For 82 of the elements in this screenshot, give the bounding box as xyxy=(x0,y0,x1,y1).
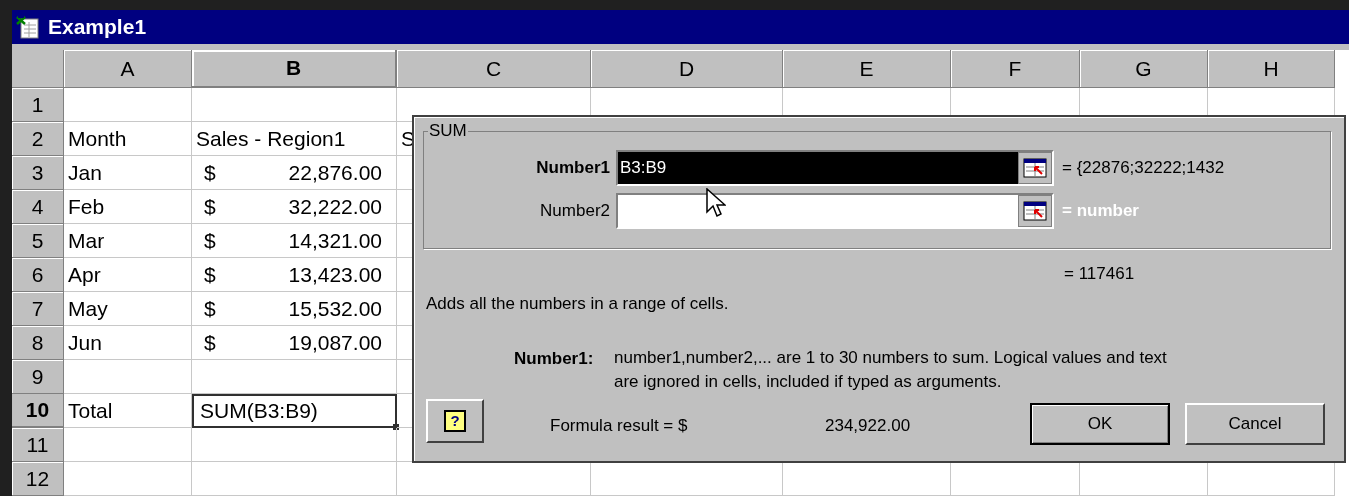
row-header[interactable]: 1 xyxy=(12,88,64,122)
table-cell[interactable]: Jan xyxy=(64,156,192,190)
table-cell[interactable]: $ 15,532.00 xyxy=(192,292,397,326)
table-cell[interactable]: Jun xyxy=(64,326,192,360)
table-cell[interactable] xyxy=(64,360,192,394)
cell-amount: 15,532.00 xyxy=(288,295,382,322)
table-cell[interactable]: $ 19,087.00 xyxy=(192,326,397,360)
cell-amount: 13,423.00 xyxy=(288,261,382,288)
argument-result: = {22876;32222;1432 xyxy=(1062,157,1225,180)
table-cell[interactable]: Feb xyxy=(64,190,192,224)
cell-amount: 19,087.00 xyxy=(288,329,382,356)
table-cell[interactable] xyxy=(64,88,192,122)
column-header[interactable]: G xyxy=(1080,50,1208,88)
collapse-dialog-button[interactable] xyxy=(1018,152,1052,184)
argument-field[interactable]: B3:B9 xyxy=(616,150,1054,186)
formula-result-value: 234,922.00 xyxy=(825,415,911,437)
table-cell[interactable]: $ 13,423.00 xyxy=(192,258,397,292)
currency-symbol: $ xyxy=(204,159,216,186)
argument-label: Number1 xyxy=(535,157,611,180)
row-header[interactable]: 12 xyxy=(12,462,64,496)
row-header[interactable]: 4 xyxy=(12,190,64,224)
column-header[interactable]: B xyxy=(192,50,397,88)
row-header[interactable]: 6 xyxy=(12,258,64,292)
fill-handle[interactable] xyxy=(393,424,399,430)
table-cell[interactable] xyxy=(64,428,192,462)
table-cell[interactable]: Month xyxy=(64,122,192,156)
mouse-pointer-icon xyxy=(706,188,726,218)
cancel-button[interactable]: Cancel xyxy=(1185,403,1325,445)
formula-result-label: Formula result = $ xyxy=(550,415,688,437)
table-cell[interactable]: $ 14,321.00 xyxy=(192,224,397,258)
row-header[interactable]: 2 xyxy=(12,122,64,156)
row-header[interactable]: 10 xyxy=(12,394,64,428)
range-select-icon xyxy=(1023,158,1047,178)
argument-result: = number xyxy=(1062,200,1139,223)
argument-field[interactable] xyxy=(616,193,1054,229)
currency-symbol: $ xyxy=(204,329,216,356)
column-header[interactable]: A xyxy=(64,50,192,88)
function-description: Adds all the numbers in a range of cells. xyxy=(426,293,729,315)
range-select-icon xyxy=(1023,201,1047,221)
argument-label: Number2 xyxy=(539,200,611,223)
table-cell[interactable]: May xyxy=(64,292,192,326)
row-header[interactable]: 8 xyxy=(12,326,64,360)
column-header[interactable]: C xyxy=(397,50,591,88)
table-cell[interactable]: $ 22,876.00 xyxy=(192,156,397,190)
column-header[interactable]: H xyxy=(1208,50,1335,88)
table-cell[interactable]: Sales - Region1 xyxy=(192,122,397,156)
function-result: = 117461 xyxy=(1064,263,1135,285)
currency-symbol: $ xyxy=(204,295,216,322)
row-header[interactable]: 11 xyxy=(12,428,64,462)
cell-amount: 32,222.00 xyxy=(288,193,382,220)
argument-help-label: Number1: xyxy=(514,348,594,370)
table-cell[interactable]: Total xyxy=(64,394,192,428)
argument-help-text: are ignored in cells, included if typed as arguments. xyxy=(614,371,1003,393)
currency-symbol: $ xyxy=(204,193,216,220)
column-header[interactable]: F xyxy=(951,50,1080,88)
column-header[interactable]: D xyxy=(591,50,783,88)
currency-symbol: $ xyxy=(204,261,216,288)
window-title: Example1 xyxy=(48,14,147,41)
argument-help-text: number1,number2,... are 1 to 30 numbers to sum. Logical values and text xyxy=(614,347,1167,369)
table-cell[interactable] xyxy=(192,360,397,394)
ok-button[interactable]: OK xyxy=(1030,403,1170,445)
corner-header[interactable] xyxy=(12,50,64,88)
table-cell[interactable] xyxy=(192,462,397,496)
table-cell[interactable]: Apr xyxy=(64,258,192,292)
collapse-dialog-button[interactable] xyxy=(1018,195,1052,227)
table-cell[interactable] xyxy=(64,462,192,496)
table-cell[interactable] xyxy=(192,428,397,462)
spreadsheet-icon[interactable] xyxy=(16,15,40,39)
table-cell[interactable] xyxy=(192,88,397,122)
selected-cell[interactable]: SUM(B3:B9) xyxy=(192,394,397,428)
table-cell[interactable]: Mar xyxy=(64,224,192,258)
row-header[interactable]: 7 xyxy=(12,292,64,326)
cell-amount: 14,321.00 xyxy=(288,227,382,254)
currency-symbol: $ xyxy=(204,227,216,254)
row-header[interactable]: 9 xyxy=(12,360,64,394)
argument-value: B3:B9 xyxy=(620,157,667,180)
column-header[interactable]: E xyxy=(783,50,951,88)
row-header[interactable]: 5 xyxy=(12,224,64,258)
row-header[interactable]: 3 xyxy=(12,156,64,190)
table-cell[interactable]: $ 32,222.00 xyxy=(192,190,397,224)
help-button[interactable]: ? xyxy=(426,399,484,443)
cell-amount: 22,876.00 xyxy=(288,159,382,186)
